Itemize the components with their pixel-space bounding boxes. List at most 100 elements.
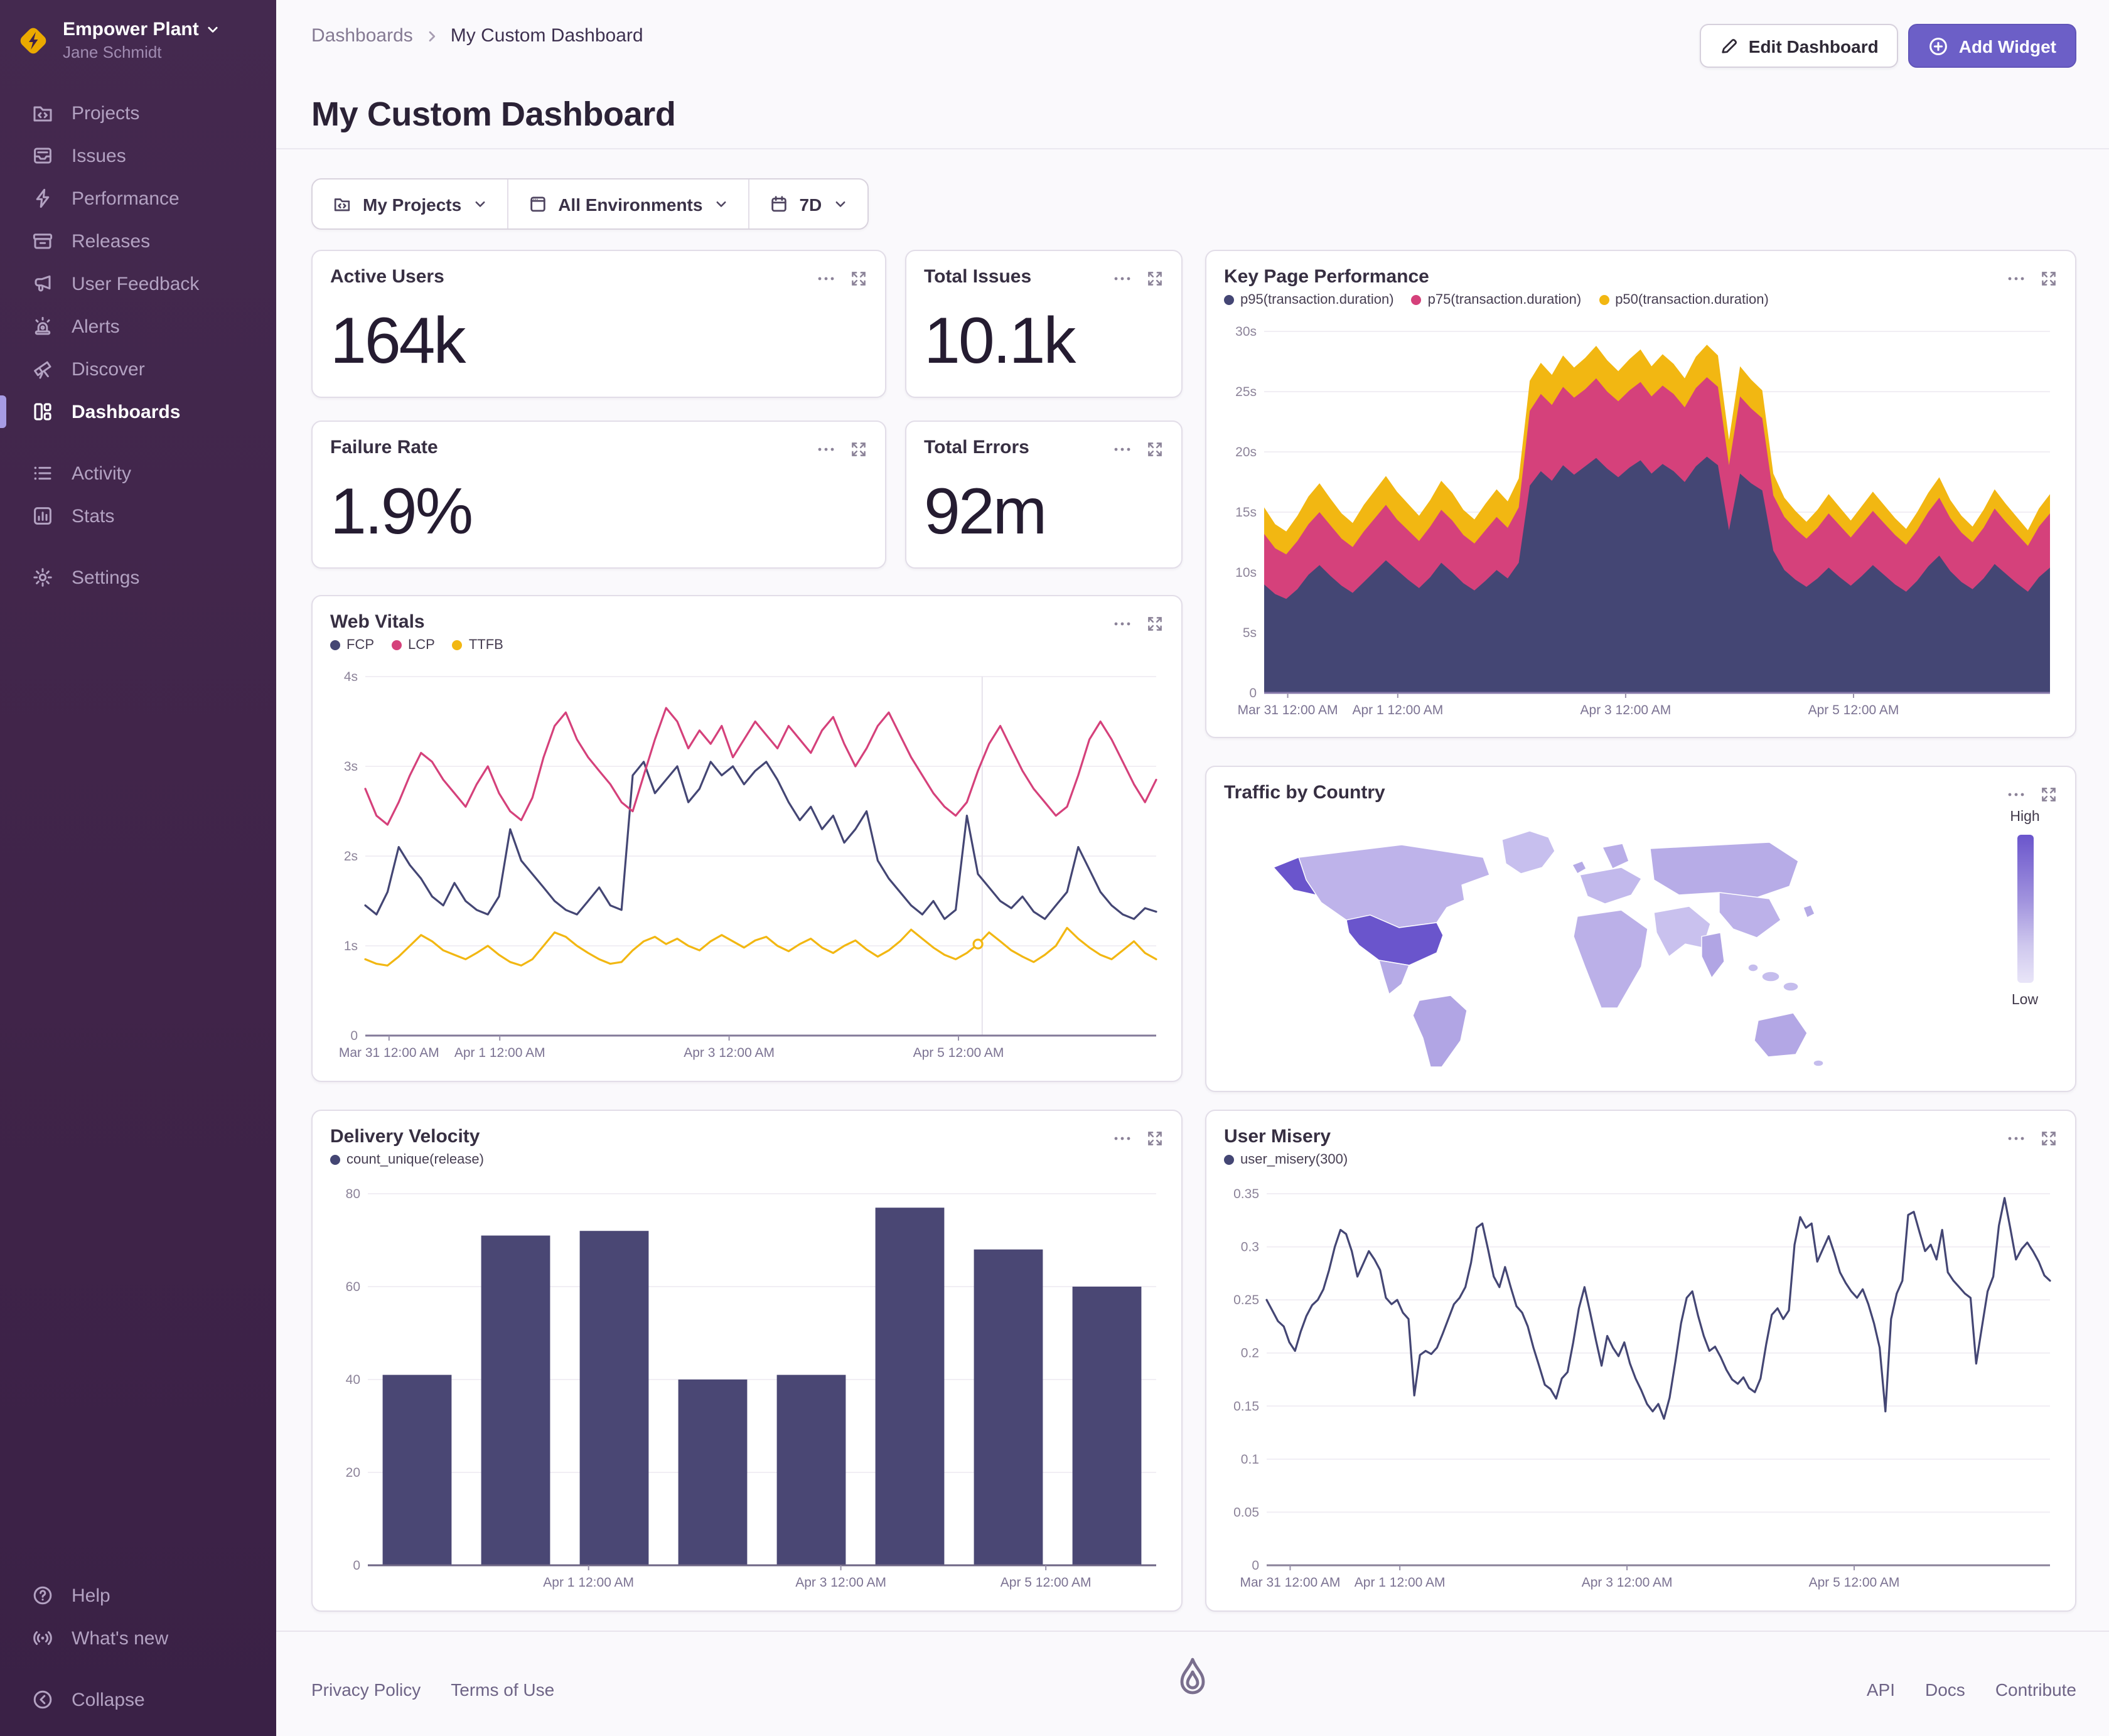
svg-text:20: 20 — [346, 1465, 360, 1480]
sidebar-item-settings[interactable]: Settings — [0, 556, 276, 599]
svg-text:Apr 3 12:00 AM: Apr 3 12:00 AM — [684, 1046, 775, 1060]
chevron-down-icon — [835, 201, 845, 207]
widget-value: 164k — [330, 305, 466, 378]
environments-filter[interactable]: All Environments — [508, 179, 749, 228]
sidebar-item-discover[interactable]: Discover — [0, 348, 276, 390]
widget-menu-button[interactable] — [2006, 785, 2026, 805]
widget-total-issues: Total Issues 10.1k — [905, 250, 1183, 398]
widget-menu-button[interactable] — [1112, 439, 1132, 459]
chevron-down-icon — [716, 201, 726, 207]
widget-web-vitals: Web Vitals FCP LCP TTFB 4s 3s 2s 1s 0 Mar 31 … — [311, 595, 1183, 1082]
expand-icon — [1148, 272, 1162, 286]
sidebar-item-help[interactable]: Help — [0, 1574, 276, 1617]
sidebar-item-issues[interactable]: Issues — [0, 134, 276, 177]
widget-menu-button[interactable] — [816, 269, 836, 289]
widget-expand-button[interactable] — [1146, 270, 1164, 287]
pencil-icon — [1722, 39, 1737, 53]
sidebar-collapse-button[interactable]: Collapse — [0, 1678, 276, 1721]
svg-text:20s: 20s — [1235, 445, 1257, 459]
widget-expand-button[interactable] — [2040, 786, 2058, 803]
edit-dashboard-button[interactable]: Edit Dashboard — [1699, 24, 1899, 68]
delivery-velocity-chart[interactable]: 80 60 40 20 0 Apr 1 12:00 AM Apr 3 12:00 AM Apr… — [328, 1184, 1169, 1598]
ellipsis-icon — [2008, 277, 2024, 281]
sidebar-item-activity[interactable]: Activity — [0, 452, 276, 495]
sidebar-item-releases[interactable]: Releases — [0, 220, 276, 262]
sidebar-bottom: Help What's new Collapse — [0, 1574, 276, 1721]
widget-title: User Misery — [1224, 1126, 1331, 1147]
widget-expand-button[interactable] — [1146, 1130, 1164, 1147]
widget-expand-button[interactable] — [850, 270, 867, 287]
svg-text:0.1: 0.1 — [1241, 1452, 1259, 1467]
widget-expand-button[interactable] — [1146, 615, 1164, 633]
widget-expand-button[interactable] — [2040, 270, 2058, 287]
svg-text:1s: 1s — [344, 939, 358, 953]
widget-failure-rate: Failure Rate 1.9% — [311, 421, 886, 569]
ellipsis-icon — [818, 447, 834, 451]
world-map[interactable] — [1242, 817, 1945, 1074]
docs-link[interactable]: Docs — [1925, 1680, 1965, 1700]
legend-item: count_unique(release) — [330, 1152, 484, 1167]
widget-menu-button[interactable] — [816, 439, 836, 459]
legend-dot — [1599, 295, 1609, 305]
map-gradient-bar — [2017, 835, 2033, 983]
contribute-link[interactable]: Contribute — [1995, 1680, 2076, 1700]
breadcrumb: Dashboards My Custom Dashboard — [311, 25, 643, 46]
sentry-logo-icon — [1169, 1654, 1216, 1713]
sidebar-nav-settings: Settings — [0, 556, 276, 599]
svg-text:3s: 3s — [344, 759, 358, 774]
user-misery-chart[interactable]: 0.35 0.3 0.25 0.2 0.15 0.1 0.05 0 Mar 31 12:00 A… — [1221, 1184, 2063, 1598]
widget-expand-button[interactable] — [2040, 1130, 2058, 1147]
widget-menu-button[interactable] — [1112, 269, 1132, 289]
chevron-down-icon — [208, 26, 218, 33]
widget-menu-button[interactable] — [1112, 1128, 1132, 1149]
svg-text:Apr 3 12:00 AM: Apr 3 12:00 AM — [1582, 1575, 1673, 1590]
projects-icon — [334, 198, 350, 212]
privacy-policy-link[interactable]: Privacy Policy — [311, 1680, 421, 1700]
chart-legend: p95(transaction.duration) p75(transactio… — [1206, 289, 2075, 308]
widget-menu-button[interactable] — [2006, 1128, 2026, 1149]
svg-text:0.35: 0.35 — [1233, 1187, 1259, 1201]
user-feedback-icon — [35, 275, 51, 292]
issues-icon — [34, 147, 51, 164]
svg-text:30s: 30s — [1235, 324, 1257, 339]
map-legend-high: High — [2010, 810, 2040, 825]
terms-of-use-link[interactable]: Terms of Use — [451, 1680, 554, 1700]
svg-text:25s: 25s — [1235, 385, 1257, 399]
projects-filter[interactable]: My Projects — [313, 179, 508, 228]
sidebar-item-projects[interactable]: Projects — [0, 92, 276, 134]
footer-links-left: Privacy Policy Terms of Use — [311, 1680, 554, 1700]
sidebar-item-whats-new[interactable]: What's new — [0, 1617, 276, 1659]
sidebar-item-performance[interactable]: Performance — [0, 177, 276, 220]
legend-dot — [1224, 295, 1234, 305]
sidebar-item-user-feedback[interactable]: User Feedback — [0, 262, 276, 305]
widget-expand-button[interactable] — [1146, 441, 1164, 458]
org-switcher[interactable]: Empower Plant Jane Schmidt — [0, 0, 276, 74]
gear-icon — [33, 568, 52, 587]
legend-item: p75(transaction.duration) — [1411, 292, 1581, 308]
svg-text:10s: 10s — [1235, 565, 1257, 580]
widget-delivery-velocity: Delivery Velocity count_unique(release) … — [311, 1110, 1183, 1612]
svg-text:0.25: 0.25 — [1233, 1293, 1259, 1307]
legend-dot — [330, 640, 340, 650]
svg-text:Mar 31 12:00 AM: Mar 31 12:00 AM — [1240, 1575, 1340, 1590]
map-legend: High Low — [2000, 810, 2050, 1008]
widget-title: Failure Rate — [330, 437, 438, 458]
sidebar-item-label: Dashboards — [72, 401, 181, 422]
web-vitals-chart[interactable]: 4s 3s 2s 1s 0 Mar 31 12:00 AM Apr 1 12:00 AM Ap… — [328, 667, 1169, 1068]
breadcrumb-dashboards-link[interactable]: Dashboards — [311, 25, 413, 46]
widget-expand-button[interactable] — [850, 441, 867, 458]
api-link[interactable]: API — [1867, 1680, 1895, 1700]
sidebar-item-stats[interactable]: Stats — [0, 495, 276, 537]
key-page-performance-chart[interactable]: 30s 25s 20s 15s 10s 5s 0 Mar 31 12:00 AM Apr 1 1… — [1221, 321, 2063, 726]
widget-menu-button[interactable] — [1112, 614, 1132, 634]
widget-menu-button[interactable] — [2006, 269, 2026, 289]
sidebar-item-dashboards[interactable]: Dashboards — [0, 390, 276, 433]
ellipsis-icon — [2008, 1137, 2024, 1140]
chart-legend: count_unique(release) — [313, 1149, 1181, 1167]
date-range-filter[interactable]: 7D — [749, 179, 867, 228]
sidebar-item-alerts[interactable]: Alerts — [0, 305, 276, 348]
add-widget-label: Add Widget — [1958, 36, 2056, 56]
add-widget-button[interactable]: Add Widget — [1908, 24, 2076, 68]
sidebar-item-label: Help — [72, 1585, 110, 1606]
svg-text:Apr 1 12:00 AM: Apr 1 12:00 AM — [543, 1575, 634, 1590]
